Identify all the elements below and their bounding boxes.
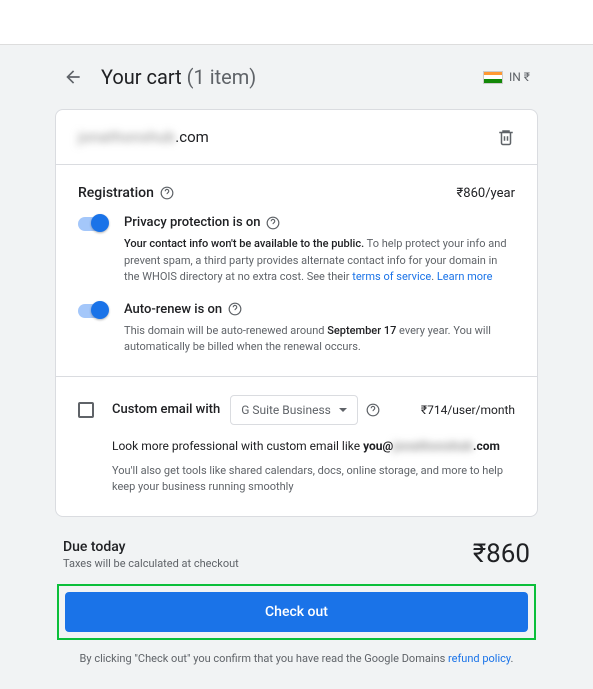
back-arrow-icon[interactable] xyxy=(63,67,83,87)
checkout-button[interactable]: Check out xyxy=(65,592,528,632)
delete-icon[interactable] xyxy=(497,128,515,146)
due-tax-note: Taxes will be calculated at checkout xyxy=(63,557,239,570)
title-text: Your cart xyxy=(101,65,182,89)
email-small-desc: You'll also get tools like shared calend… xyxy=(112,463,515,496)
terms-link[interactable]: terms of service xyxy=(352,270,431,283)
title-count: (1 item) xyxy=(187,65,257,89)
registration-title: Registration xyxy=(78,185,154,201)
registration-price: ₹860/year xyxy=(457,186,515,201)
autorenew-label: Auto-renew is on xyxy=(124,302,222,317)
email-label: Custom email with xyxy=(112,402,220,417)
registration-section: Registration ₹860/year Privacy protectio… xyxy=(56,165,537,376)
learn-more-link[interactable]: Learn more xyxy=(437,270,493,283)
privacy-row: Privacy protection is on Your contact in… xyxy=(78,215,515,286)
email-price: ₹714/user/month xyxy=(421,403,515,417)
autorenew-toggle[interactable] xyxy=(78,304,108,318)
email-row: Custom email with G Suite Business ₹714/… xyxy=(56,377,537,431)
domain-name: jonathonshub.com xyxy=(78,128,209,146)
refund-policy-link[interactable]: refund policy xyxy=(448,652,511,665)
help-icon[interactable] xyxy=(266,216,280,230)
gsuite-select[interactable]: G Suite Business xyxy=(230,395,358,425)
flag-icon xyxy=(483,71,503,84)
locale-selector[interactable]: IN ₹ xyxy=(483,70,530,84)
privacy-toggle[interactable] xyxy=(78,217,108,231)
privacy-label: Privacy protection is on xyxy=(124,215,260,230)
checkout-highlight: Check out xyxy=(57,584,536,640)
help-icon[interactable] xyxy=(228,302,242,316)
due-summary: Due today Taxes will be calculated at ch… xyxy=(55,517,538,584)
domain-tld: .com xyxy=(175,128,209,146)
select-value: G Suite Business xyxy=(241,403,331,417)
autorenew-desc: This domain will be auto-renewed around … xyxy=(124,323,515,356)
due-amount: ₹860 xyxy=(473,539,530,569)
email-example: Look more professional with custom email… xyxy=(112,439,515,453)
autorenew-row: Auto-renew is on This domain will be aut… xyxy=(78,302,515,356)
privacy-desc: Your contact info won't be available to … xyxy=(124,236,515,286)
help-icon[interactable] xyxy=(366,403,380,417)
locale-label: IN ₹ xyxy=(509,70,530,84)
domain-redacted: jonathonshub xyxy=(78,128,175,146)
page-title: Your cart (1 item) xyxy=(101,65,256,89)
email-checkbox[interactable] xyxy=(78,402,94,418)
domain-row: jonathonshub.com xyxy=(56,110,537,165)
legal-text: By clicking "Check out" you confirm that… xyxy=(55,640,538,669)
page-header: Your cart (1 item) IN ₹ xyxy=(55,65,538,89)
help-icon[interactable] xyxy=(160,186,174,200)
due-label: Due today xyxy=(63,539,239,555)
cart-card: jonathonshub.com Registration ₹860/year … xyxy=(55,109,538,517)
caret-down-icon xyxy=(339,408,347,412)
